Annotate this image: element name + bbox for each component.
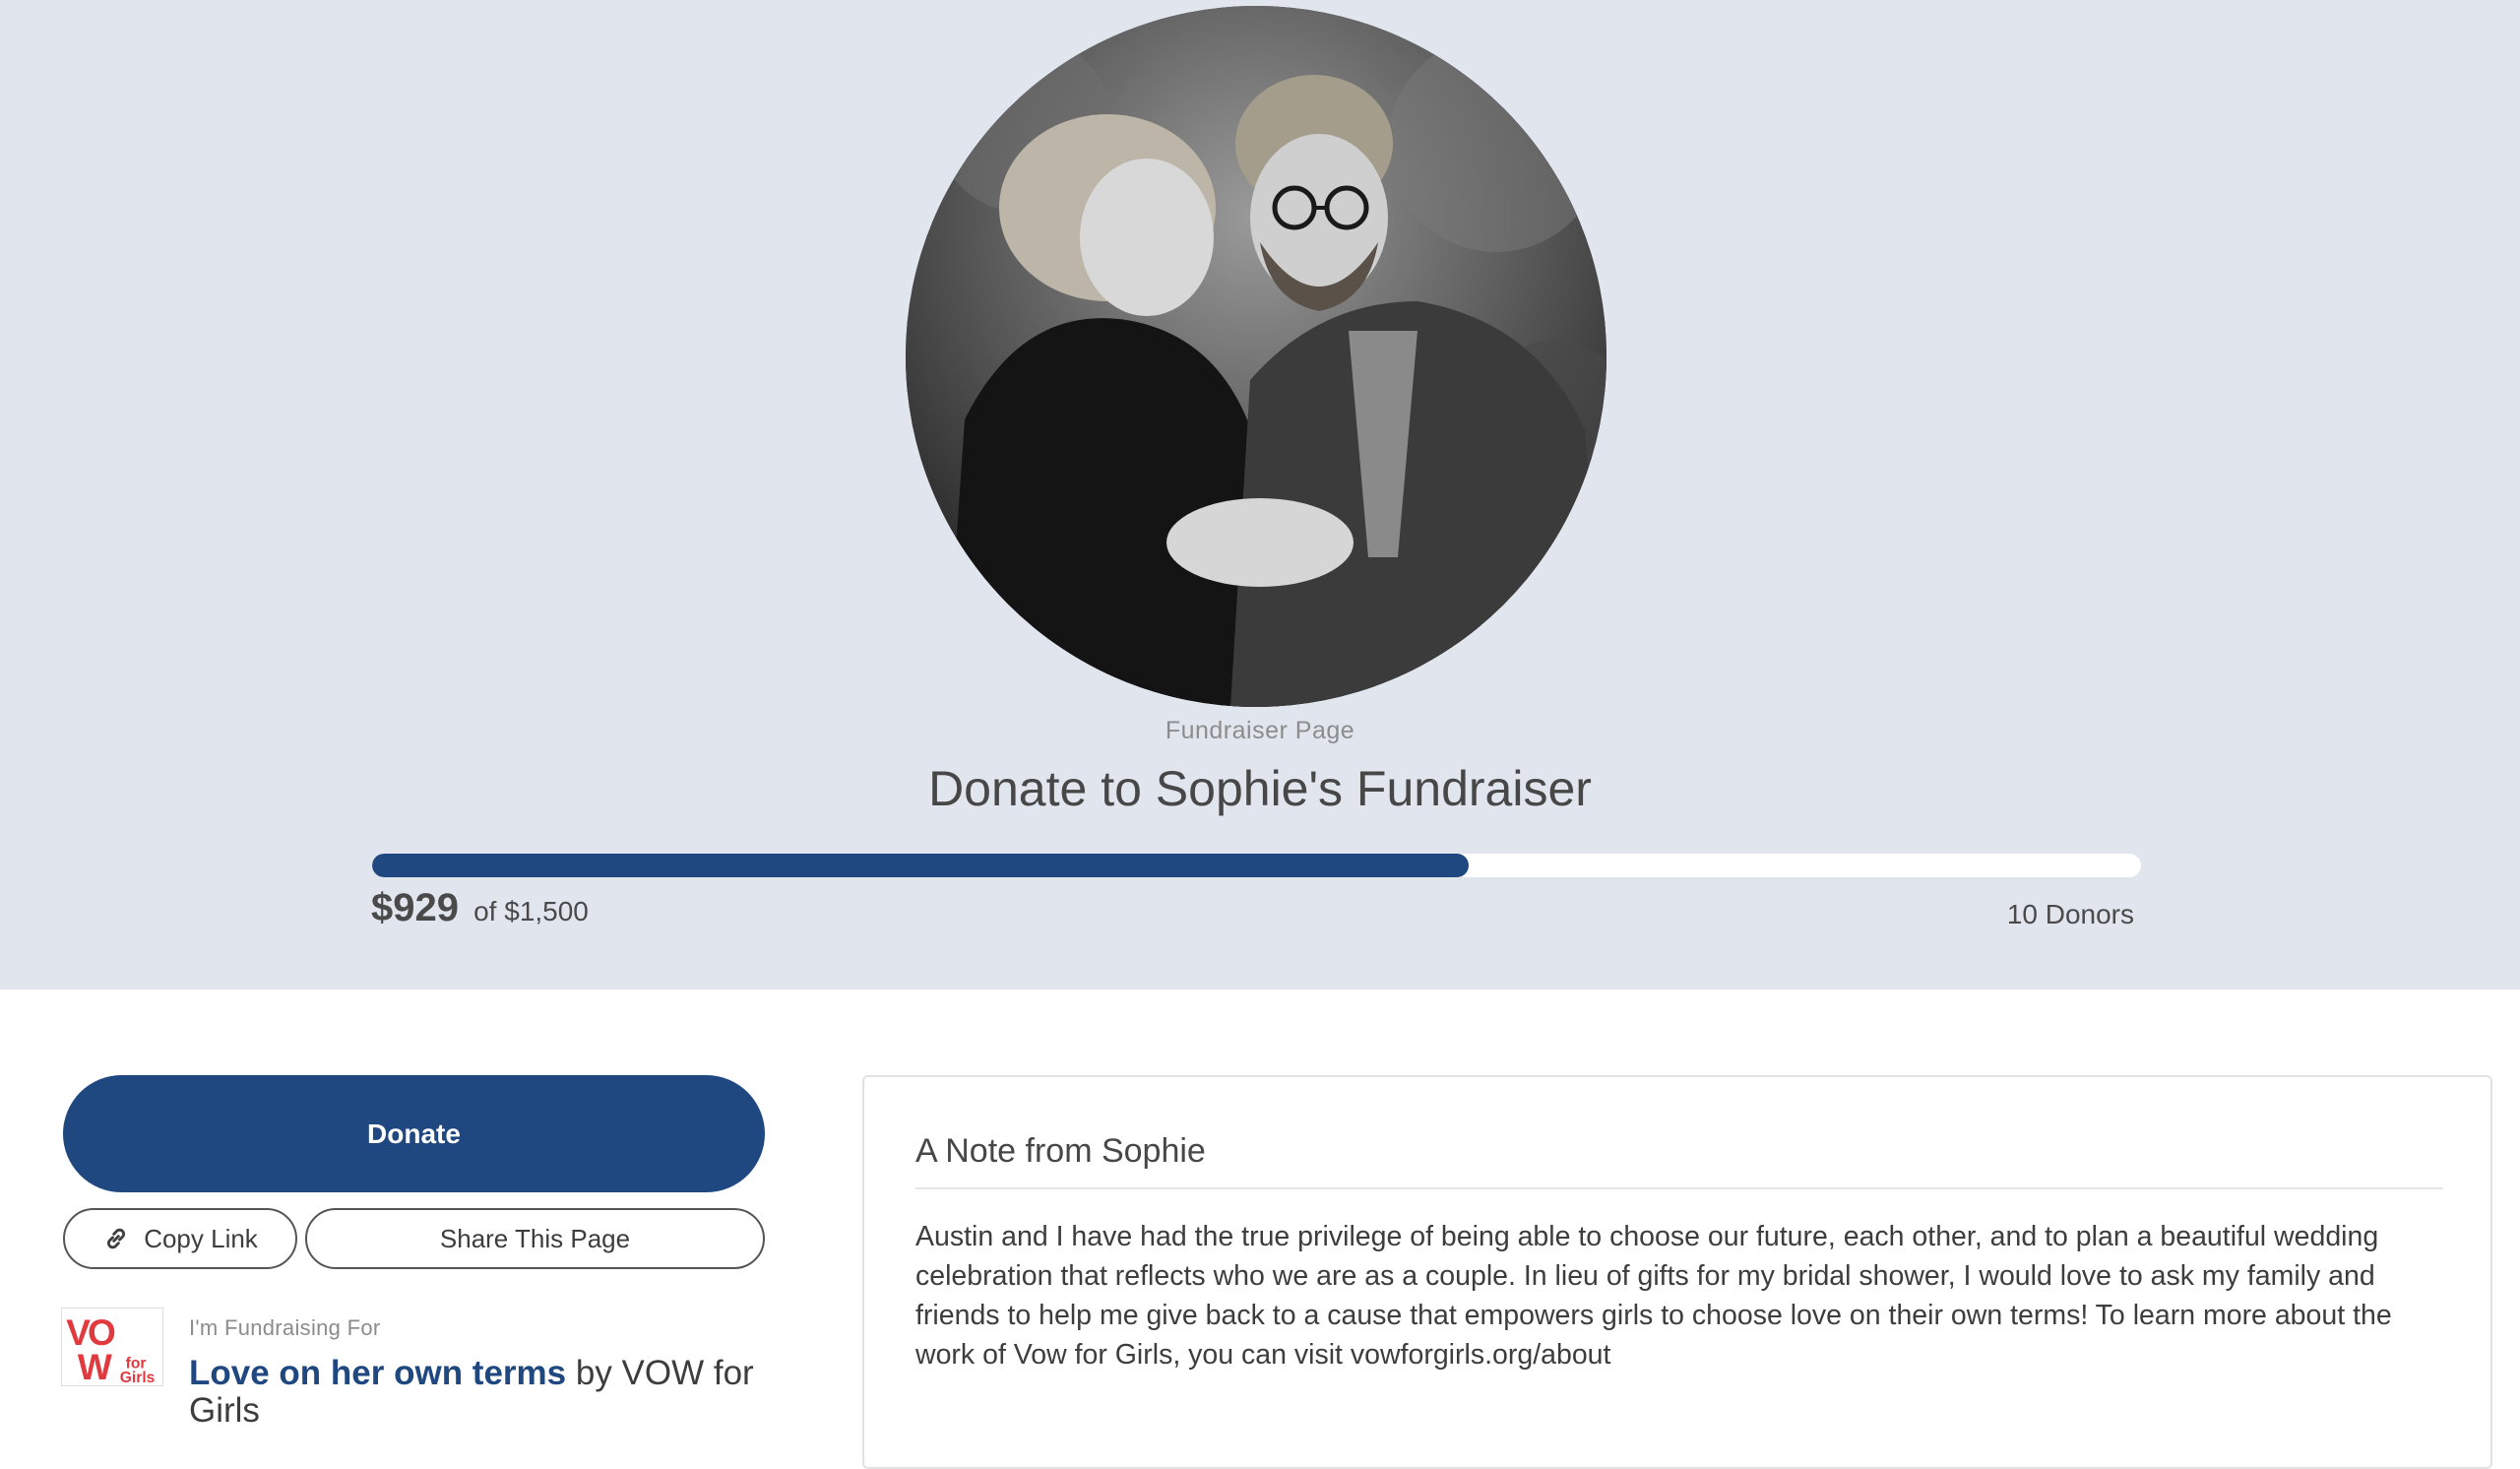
campaign-info: Love on her own terms by VOW for Girls [189, 1355, 780, 1430]
note-divider [915, 1187, 2443, 1189]
amount-raised-value: $929 [371, 886, 459, 929]
share-page-button[interactable]: Share This Page [305, 1208, 765, 1269]
page-type-label: Fundraiser Page [1165, 717, 1355, 744]
donor-count: 10 Donors [2006, 899, 2134, 929]
progress-bar-fill [372, 854, 1470, 877]
svg-text:W: W [78, 1346, 112, 1385]
copy-link-button[interactable]: Copy Link [63, 1208, 297, 1269]
link-icon [102, 1225, 130, 1252]
share-page-label: Share This Page [439, 1223, 631, 1253]
fundraising-for-label: I'm Fundraising For [189, 1315, 381, 1340]
goal-amount: of $1,500 [473, 896, 589, 926]
progress-bar [372, 854, 2141, 877]
note-title: A Note from Sophie [915, 1132, 1206, 1170]
note-card: A Note from Sophie Austin and I have had… [862, 1075, 2492, 1469]
campaign-link[interactable]: Love on her own terms [189, 1354, 566, 1392]
amount-raised: $929 of $1,500 [371, 886, 589, 930]
fundraiser-photo [906, 6, 1606, 707]
donate-button[interactable]: Donate [63, 1075, 765, 1192]
fundraiser-header: Fundraiser Page Donate to Sophie's Fundr… [0, 0, 2520, 990]
charity-logo[interactable]: VO W for Girls [61, 1308, 163, 1386]
page-title: Donate to Sophie's Fundraiser [928, 761, 1592, 816]
svg-text:Girls: Girls [120, 1370, 156, 1385]
note-body: Austin and I have had the true privilege… [915, 1221, 2392, 1371]
copy-link-label: Copy Link [144, 1223, 258, 1253]
